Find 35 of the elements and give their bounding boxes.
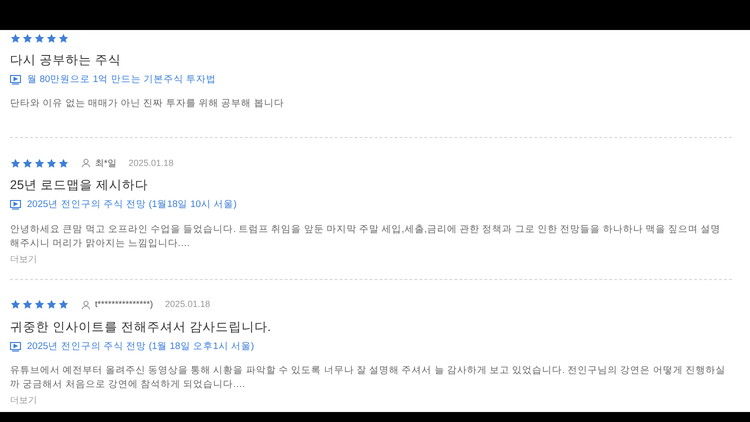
course-link[interactable]: 2025년 전인구의 주식 전망 (1월 18일 오후1시 서울): [10, 340, 254, 354]
star-icon: [58, 158, 69, 169]
video-icon: [10, 200, 21, 210]
star-icon: [46, 299, 57, 310]
star-icon: [22, 32, 33, 44]
star-icon: [46, 32, 57, 44]
user-icon: [81, 300, 91, 310]
review-date: 2025.01.18: [128, 156, 174, 170]
star-icon: [22, 299, 33, 310]
review-body: 안녕하세요 큰맘 먹고 오프라인 수업을 들었습니다. 트럼프 취임을 앞둔 마지막 주말 세입,세출,금리에 관한 정책과 그로 인한 전망들을 하나하나 맥을 짚으며 설명해주시니 머리가 맑아지는 느낌입니다.…: [10, 222, 722, 250]
video-icon: [10, 75, 21, 86]
review-title: 25년 로드맵을 제시하다: [10, 177, 149, 194]
star-icon: [34, 32, 45, 44]
course-link[interactable]: 2025년 전인구의 주식 전망 (1월18일 10시 서울): [10, 198, 237, 212]
author-name: 최*일: [95, 156, 117, 170]
star-icon: [10, 299, 21, 310]
course-link[interactable]: 월 80만원으로 1억 만드는 기본주식 투자법: [10, 73, 216, 88]
review-body: 단타와 이유 없는 매매가 아닌 진짜 투자를 위해 공부해 봅니다: [10, 97, 285, 112]
review-body: 유튜브에서 예전부터 올려주신 동영상을 통해 시황을 파악할 수 있도록 너무나 잘 설명해 주셔서 늘 감사하게 보고 있었습니다. 전인구님의 강연은 어떻게 진행하실까 궁금해서 처음으로 강연에 참석하게 되었습니다.…: [10, 364, 726, 392]
star-icon: [10, 32, 21, 44]
star-icon: [34, 158, 45, 169]
more-link[interactable]: 더보기: [10, 252, 37, 264]
review-title: 다시 공부하는 주식: [10, 52, 122, 68]
star-icon: [10, 158, 21, 169]
more-link[interactable]: 더보기: [10, 394, 37, 406]
user-icon: [81, 158, 91, 168]
review-date: 2025.01.18: [165, 298, 210, 311]
star-icon: [46, 158, 57, 169]
star-icon: [34, 299, 45, 310]
video-icon: [10, 342, 21, 352]
star-icon: [22, 158, 33, 169]
author-name: t***************): [95, 298, 154, 311]
star-icon: [58, 299, 69, 310]
review-title: 귀중한 인사이트를 전해주셔서 감사드립니다.: [10, 318, 272, 334]
star-icon: [58, 32, 69, 44]
